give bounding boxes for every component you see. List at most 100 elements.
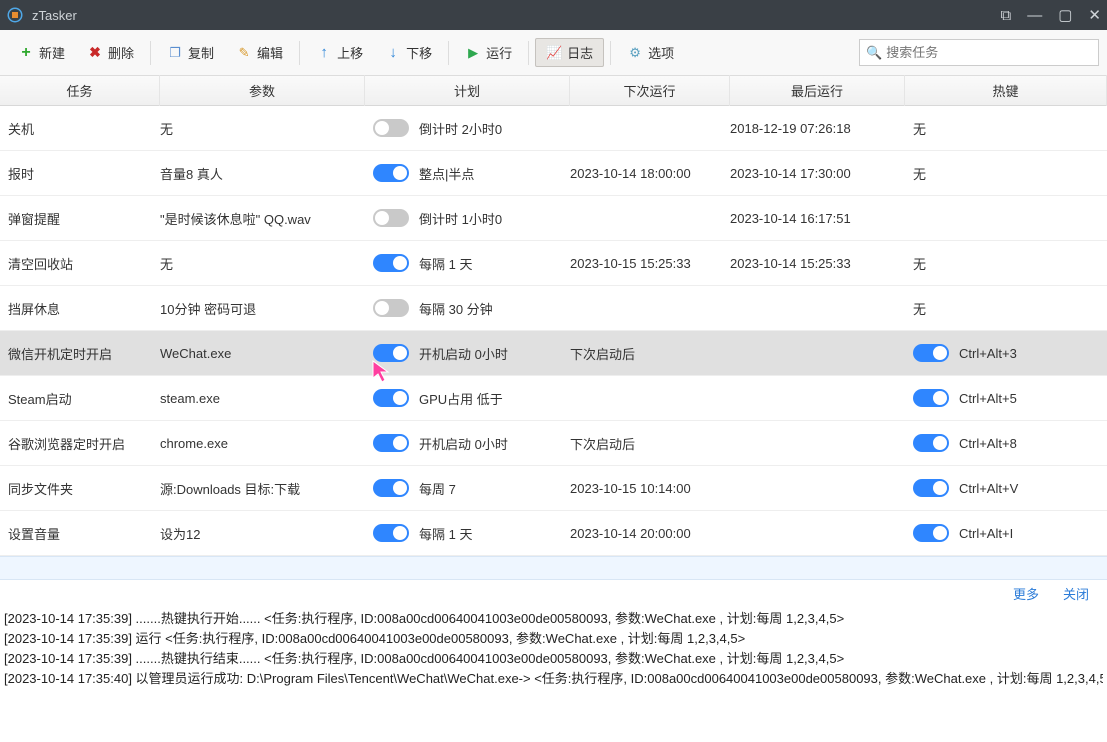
cell-next: 2023-10-15 15:25:33	[570, 256, 730, 271]
task-row[interactable]: Steam启动steam.exeGPU占用 低于Ctrl+Alt+5	[0, 376, 1107, 421]
cell-next: 2023-10-14 18:00:00	[570, 166, 730, 181]
cell-last: 2018-12-19 07:26:18	[730, 121, 905, 136]
separator	[448, 41, 449, 65]
cell-hotkey: Ctrl+Alt+8	[905, 434, 1107, 452]
window-maximize-icon[interactable]: ▢	[1058, 6, 1072, 24]
cell-hotkey: Ctrl+Alt+V	[905, 479, 1107, 497]
cell-param: 设为12	[160, 524, 365, 543]
cell-next: 2023-10-15 10:14:00	[570, 481, 730, 496]
log-close-link[interactable]: 关闭	[1063, 584, 1089, 603]
cell-plan: 每隔 1 天	[365, 254, 570, 273]
plus-icon: +	[18, 45, 34, 61]
options-button[interactable]: ⚙选项	[617, 39, 684, 66]
plan-text: 开机启动 0小时	[419, 434, 508, 453]
task-row[interactable]: 清空回收站无每隔 1 天2023-10-15 15:25:332023-10-1…	[0, 241, 1107, 286]
cell-param: 无	[160, 254, 365, 273]
cell-plan: 倒计时 1小时0	[365, 209, 570, 228]
hotkey-toggle[interactable]	[913, 479, 949, 497]
window-minimize-icon[interactable]: —	[1027, 7, 1042, 24]
delete-button[interactable]: ✖删除	[77, 39, 144, 66]
plan-toggle[interactable]	[373, 524, 409, 542]
copy-icon: ❐	[167, 45, 183, 61]
log-button[interactable]: 📈日志	[535, 38, 604, 67]
hotkey-toggle[interactable]	[913, 389, 949, 407]
plan-toggle[interactable]	[373, 434, 409, 452]
search-input[interactable]	[886, 45, 1092, 60]
cell-plan: GPU占用 低于	[365, 389, 570, 408]
hotkey-text: Ctrl+Alt+I	[959, 526, 1013, 541]
cell-hotkey: 无	[905, 254, 1107, 273]
header-plan[interactable]: 计划	[365, 75, 570, 106]
cell-next: 下次启动后	[570, 434, 730, 453]
plan-toggle[interactable]	[373, 389, 409, 407]
window-close-icon[interactable]: ✕	[1088, 6, 1101, 24]
plan-toggle[interactable]	[373, 119, 409, 137]
hotkey-toggle[interactable]	[913, 344, 949, 362]
cell-param: "是时候该休息啦" QQ.wav	[160, 209, 365, 228]
header-param[interactable]: 参数	[160, 75, 365, 106]
edit-button[interactable]: ✎编辑	[226, 39, 293, 66]
x-icon: ✖	[87, 45, 103, 61]
plan-toggle[interactable]	[373, 479, 409, 497]
copy-button[interactable]: ❐复制	[157, 39, 224, 66]
log-line: [2023-10-14 17:35:40] 以管理员运行成功: D:\Progr…	[4, 669, 1103, 689]
cell-plan: 倒计时 2小时0	[365, 119, 570, 138]
plan-text: 倒计时 1小时0	[419, 209, 502, 228]
plan-toggle[interactable]	[373, 164, 409, 182]
cell-plan: 每隔 1 天	[365, 524, 570, 543]
table-header: 任务 参数 计划 下次运行 最后运行 热键	[0, 76, 1107, 106]
gear-icon: ⚙	[627, 45, 643, 61]
log-icon: 📈	[546, 45, 562, 61]
header-task[interactable]: 任务	[0, 75, 160, 106]
hotkey-text: 无	[913, 164, 926, 183]
separator	[299, 41, 300, 65]
hotkey-text: Ctrl+Alt+5	[959, 391, 1017, 406]
plan-toggle[interactable]	[373, 254, 409, 272]
task-row[interactable]: 微信开机定时开启WeChat.exe开机启动 0小时下次启动后Ctrl+Alt+…	[0, 331, 1107, 376]
plan-toggle[interactable]	[373, 344, 409, 362]
search-box[interactable]: 🔍	[859, 39, 1099, 66]
hotkey-text: Ctrl+Alt+V	[959, 481, 1018, 496]
cell-hotkey: 无	[905, 164, 1107, 183]
log-more-link[interactable]: 更多	[1013, 584, 1039, 603]
cell-hotkey: 无	[905, 299, 1107, 318]
cell-task: 微信开机定时开启	[0, 344, 160, 363]
task-row[interactable]: 同步文件夹源:Downloads 目标:下载每周 72023-10-15 10:…	[0, 466, 1107, 511]
separator	[150, 41, 151, 65]
cell-param: 无	[160, 119, 365, 138]
cell-task: 谷歌浏览器定时开启	[0, 434, 160, 453]
task-row[interactable]: 挡屏休息10分钟 密码可退每隔 30 分钟无	[0, 286, 1107, 331]
new-button[interactable]: +新建	[8, 39, 75, 66]
cell-plan: 开机启动 0小时	[365, 344, 570, 363]
down-button[interactable]: ↓下移	[375, 39, 442, 66]
run-button[interactable]: ▶运行	[455, 39, 522, 66]
plan-text: 整点|半点	[419, 164, 474, 183]
cell-next: 2023-10-14 20:00:00	[570, 526, 730, 541]
hotkey-toggle[interactable]	[913, 434, 949, 452]
plan-text: 每隔 1 天	[419, 254, 472, 273]
header-last[interactable]: 最后运行	[730, 75, 905, 106]
hotkey-text: 无	[913, 119, 926, 138]
hotkey-toggle[interactable]	[913, 524, 949, 542]
hotkey-text: Ctrl+Alt+3	[959, 346, 1017, 361]
cell-param: 10分钟 密码可退	[160, 299, 365, 318]
header-next[interactable]: 下次运行	[570, 75, 730, 106]
plan-toggle[interactable]	[373, 299, 409, 317]
task-row[interactable]: 设置音量设为12每隔 1 天2023-10-14 20:00:00 Ctrl+Al…	[0, 511, 1107, 556]
window-restore-down-icon[interactable]: ⧉	[1001, 7, 1012, 24]
arrow-up-icon: ↑	[316, 45, 332, 61]
task-row[interactable]: 谷歌浏览器定时开启chrome.exe开机启动 0小时下次启动后Ctrl+Alt…	[0, 421, 1107, 466]
run-icon: ▶	[465, 45, 481, 61]
task-row[interactable]: 弹窗提醒"是时候该休息啦" QQ.wav倒计时 1小时02023-10-14 1…	[0, 196, 1107, 241]
log-line: [2023-10-14 17:35:39] .......热键执行结束.....…	[4, 649, 1103, 669]
cell-param: 音量8 真人	[160, 164, 365, 183]
plan-toggle[interactable]	[373, 209, 409, 227]
cell-plan: 每周 7	[365, 479, 570, 498]
up-button[interactable]: ↑上移	[306, 39, 373, 66]
cell-task: 设置音量	[0, 524, 160, 543]
header-hotkey[interactable]: 热键	[905, 75, 1107, 106]
task-row[interactable]: 报时音量8 真人整点|半点2023-10-14 18:00:002023-10-…	[0, 151, 1107, 196]
task-row[interactable]: 关机无倒计时 2小时02018-12-19 07:26:18无	[0, 106, 1107, 151]
log-controls: 更多 关闭	[0, 580, 1107, 607]
cell-plan: 开机启动 0小时	[365, 434, 570, 453]
